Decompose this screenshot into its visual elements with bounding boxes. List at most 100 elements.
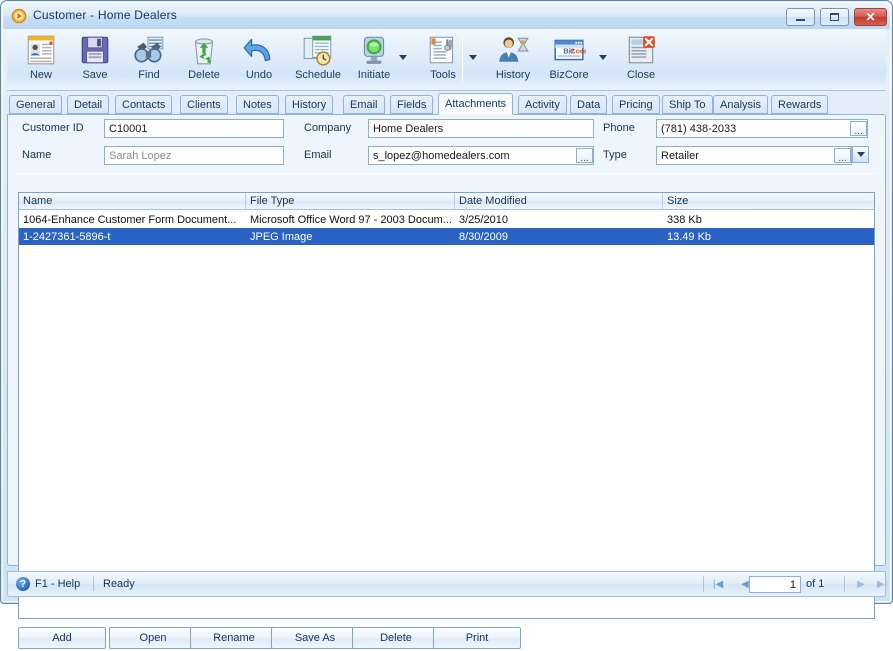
status-bar: ? F1 - Help Ready |◀ ◀ 1 of 1 ▶ ▶| [7,571,887,597]
toolbar-label-schedule: Schedule [295,69,341,81]
tab-strip: General Detail Contacts Clients Notes Hi… [7,93,886,115]
tab-label: Notes [243,98,272,111]
form-separator [16,173,877,174]
company-label: Company [304,122,352,134]
toolbar-button-history[interactable]: History [485,31,541,89]
nav-divider-right [844,576,845,592]
next-page-icon[interactable]: ▶ [853,576,869,592]
type-dropdown-button[interactable] [852,146,869,163]
email-link[interactable]: s_lopez@homedealers.com [373,150,510,162]
tab-history[interactable]: History [285,95,334,114]
phone-input[interactable]: (781) 438-2033 [656,119,868,138]
tab-contacts[interactable]: Contacts [115,95,173,114]
save-as-button[interactable]: Save As [271,627,359,649]
toolbar-button-tools[interactable]: Tools [419,31,467,89]
first-page-icon[interactable]: |◀ [710,576,726,592]
tab-detail[interactable]: Detail [67,95,110,114]
grid-header-row: Name File Type Date Modified Size [19,193,874,210]
type-ellipsis-button[interactable]: ... [834,148,851,164]
delete-button[interactable]: Delete [352,627,440,649]
status-divider [93,576,94,591]
tab-fields[interactable]: Fields [390,95,434,114]
tab-label: Attachments [445,98,507,110]
attachments-panel: Customer ID C10001 Name Sarah Lopez Comp… [7,114,886,649]
history-user-icon [499,37,529,62]
toolbar-button-schedule[interactable]: Schedule [287,31,349,89]
customer-id-label: Customer ID [22,122,84,134]
cell-size: 13.49 Kb [667,230,712,243]
cell-name: 1064-Enhance Customer Form Document... [23,213,237,226]
application-window: Customer - Home Dealers ✕ New Save Find … [0,0,893,649]
toolbar-button-bizcore[interactable]: Biz Core BizCore [543,31,595,89]
customer-form: Customer ID C10001 Name Sarah Lopez Comp… [8,115,885,177]
tab-activity[interactable]: Activity [518,95,567,114]
schedule-icon [303,35,332,66]
cell-name: 1-2427361-5896-t [23,230,111,243]
tab-label: Email [350,98,378,111]
toolbar-label-new: New [29,69,52,81]
maximize-button[interactable] [820,8,849,26]
grid-header-name[interactable]: Name [19,193,246,209]
tab-notes[interactable]: Notes [236,95,279,114]
maximize-icon [821,9,848,25]
toolbar-button-new[interactable]: New [15,31,67,89]
toolbar-button-undo[interactable]: Undo [233,31,285,89]
tools-dropdown-arrow[interactable] [467,51,478,63]
name-input[interactable]: Sarah Lopez [104,146,284,165]
status-text: Ready [103,578,135,590]
help-label[interactable]: F1 - Help [35,578,80,590]
attachments-grid[interactable]: Name File Type Date Modified Size 1064-E… [18,192,875,619]
toolbar-button-delete[interactable]: Delete [177,31,231,89]
close-window-button[interactable]: ✕ [854,8,887,26]
type-input[interactable]: Retailer [656,146,852,165]
rename-button[interactable]: Rename [190,627,278,649]
page-number-input[interactable]: 1 [749,576,801,593]
toolbar-separator [462,35,463,83]
tab-analysis[interactable]: Analysis [713,95,768,114]
page-count-label: of 1 [806,578,825,590]
open-button[interactable]: Open [109,627,197,649]
binoculars-icon [134,36,164,63]
tab-pricing[interactable]: Pricing [612,95,660,114]
toolbar-label-delete: Delete [188,69,220,81]
initiate-dropdown-arrow[interactable] [397,51,408,63]
print-button[interactable]: Print [433,627,521,649]
tab-clients[interactable]: Clients [180,95,228,114]
toolbar-button-initiate[interactable]: Initiate [351,31,397,89]
grid-header-size[interactable]: Size [663,193,874,209]
company-input[interactable]: Home Dealers [368,119,594,138]
last-page-icon[interactable]: ▶| [874,576,890,592]
customer-id-input[interactable]: C10001 [104,119,284,138]
nav-divider-left [703,576,704,592]
tab-label: Contacts [122,98,166,111]
add-button[interactable]: Add [18,627,106,649]
tab-attachments[interactable]: Attachments [438,93,514,115]
tab-email[interactable]: Email [343,95,385,114]
email-ellipsis-button[interactable]: ... [576,148,593,164]
phone-ellipsis-button[interactable]: ... [850,121,867,137]
table-row[interactable]: 1-2427361-5896-t JPEG Image 8/30/2009 13… [19,228,874,245]
phone-label: Phone [603,122,635,134]
toolbar-label-bizcore: BizCore [549,69,589,81]
main-toolbar: New Save Find Delete Undo Schedule Initi… [7,29,886,91]
table-row[interactable]: 1064-Enhance Customer Form Document... M… [19,211,874,228]
tab-data[interactable]: Data [570,95,608,114]
title-bar[interactable]: Customer - Home Dealers ✕ [3,3,890,29]
tab-general[interactable]: General [9,95,63,114]
tab-ship-to[interactable]: Ship To [662,95,713,114]
grid-header-date-modified[interactable]: Date Modified [455,193,663,209]
email-input[interactable]: s_lopez@homedealers.com [368,146,594,165]
tab-label: Data [577,98,601,111]
toolbar-button-find[interactable]: Find [123,31,175,89]
tab-label: Pricing [619,98,653,111]
help-icon[interactable]: ? [16,577,30,591]
toolbar-label-tools: Tools [430,69,456,81]
bizcore-dropdown-arrow[interactable] [597,51,608,63]
email-label: Email [304,149,332,161]
toolbar-button-save[interactable]: Save [69,31,121,89]
toolbar-button-close[interactable]: Close [615,31,667,89]
toolbar-label-save: Save [82,69,108,81]
tab-rewards[interactable]: Rewards [771,95,829,114]
grid-header-file-type[interactable]: File Type [246,193,455,209]
minimize-button[interactable] [786,8,815,26]
